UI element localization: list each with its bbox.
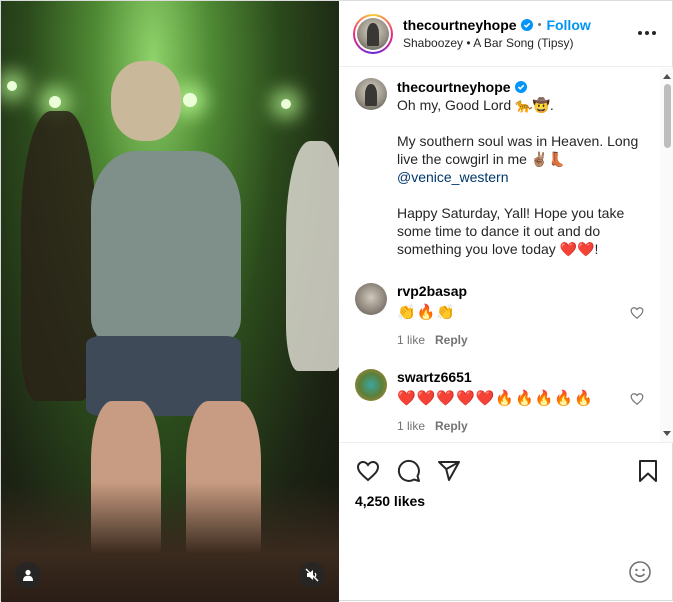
post-side-panel: thecourtneyhope • Follow Shaboozey • A B…: [339, 1, 673, 602]
user-tag-button[interactable]: [15, 562, 41, 588]
scroll-down-arrow-icon[interactable]: [663, 431, 671, 436]
post-username[interactable]: thecourtneyhope: [403, 17, 517, 33]
heart-icon[interactable]: [355, 459, 381, 483]
dancer-vest: [91, 151, 241, 341]
more-options-button[interactable]: [638, 31, 656, 35]
scroll-up-arrow-icon[interactable]: [663, 74, 671, 79]
stage-light: [281, 99, 291, 109]
separator-dot: •: [537, 19, 542, 31]
stage-light: [183, 93, 197, 107]
comment-likes[interactable]: 1 like: [397, 333, 425, 347]
comment-text: ❤️❤️❤️❤️❤️🔥🔥🔥🔥🔥: [397, 390, 594, 407]
comment: swartz6651 ❤️❤️❤️❤️❤️🔥🔥🔥🔥🔥 1 like Reply: [355, 369, 645, 433]
verified-icon: [520, 19, 533, 31]
comment: rvp2basap 👏🔥👏 1 like Reply: [355, 283, 645, 347]
caption-username[interactable]: thecourtneyhope: [397, 78, 511, 96]
more-dot: [645, 31, 649, 35]
post-header: thecourtneyhope • Follow Shaboozey • A B…: [339, 1, 673, 67]
verified-icon: [514, 81, 527, 93]
comment-text: 👏🔥👏: [397, 304, 457, 321]
likes-count[interactable]: 4,250 likes: [355, 493, 425, 509]
more-dot: [652, 31, 656, 35]
scrollbar[interactable]: [660, 68, 673, 442]
comment-username[interactable]: rvp2basap: [397, 283, 468, 299]
mute-button[interactable]: [299, 562, 325, 588]
mute-icon: [305, 568, 319, 582]
floor: [1, 482, 339, 602]
dancer-head: [111, 61, 181, 141]
like-comment-heart-icon[interactable]: [630, 392, 644, 406]
post-video[interactable]: [1, 1, 339, 602]
more-dot: [638, 31, 642, 35]
emoji-icon[interactable]: [628, 560, 652, 584]
stage-light: [49, 96, 61, 108]
avatar[interactable]: [355, 78, 387, 110]
caption: thecourtneyhope Oh my, Good Lord 🐆🤠. My …: [355, 78, 645, 258]
post-dialog: thecourtneyhope • Follow Shaboozey • A B…: [0, 0, 673, 602]
stage-light: [7, 81, 17, 91]
avatar[interactable]: [355, 369, 387, 401]
audio-link[interactable]: Shaboozey • A Bar Song (Tipsy): [403, 36, 591, 50]
like-comment-heart-icon[interactable]: [630, 306, 644, 320]
reply-button[interactable]: Reply: [435, 333, 468, 347]
scroll-thumb[interactable]: [664, 84, 671, 148]
caption-line: Oh my, Good Lord 🐆🤠.: [397, 97, 554, 113]
follow-button[interactable]: Follow: [546, 17, 590, 33]
comment-likes[interactable]: 1 like: [397, 419, 425, 433]
bookmark-icon[interactable]: [638, 459, 658, 483]
avatar: [357, 17, 389, 50]
caption-line: My southern soul was in Heaven. Long liv…: [397, 133, 643, 167]
background-dancer: [21, 111, 96, 401]
caption-line: Happy Saturday, Yall! Hope you take some…: [397, 205, 629, 257]
story-ring[interactable]: [353, 13, 393, 54]
comments-section[interactable]: thecourtneyhope Oh my, Good Lord 🐆🤠. My …: [339, 68, 673, 442]
header-text: thecourtneyhope • Follow Shaboozey • A B…: [403, 17, 591, 50]
user-tag-icon: [23, 569, 33, 581]
background-dancer: [286, 141, 339, 371]
share-icon[interactable]: [437, 459, 461, 483]
mention-link[interactable]: @venice_western: [397, 168, 645, 186]
comment-icon[interactable]: [397, 459, 421, 483]
post-actions: 4,250 likes: [339, 442, 673, 602]
reply-button[interactable]: Reply: [435, 419, 468, 433]
comment-username[interactable]: swartz6651: [397, 369, 594, 385]
avatar[interactable]: [355, 283, 387, 315]
